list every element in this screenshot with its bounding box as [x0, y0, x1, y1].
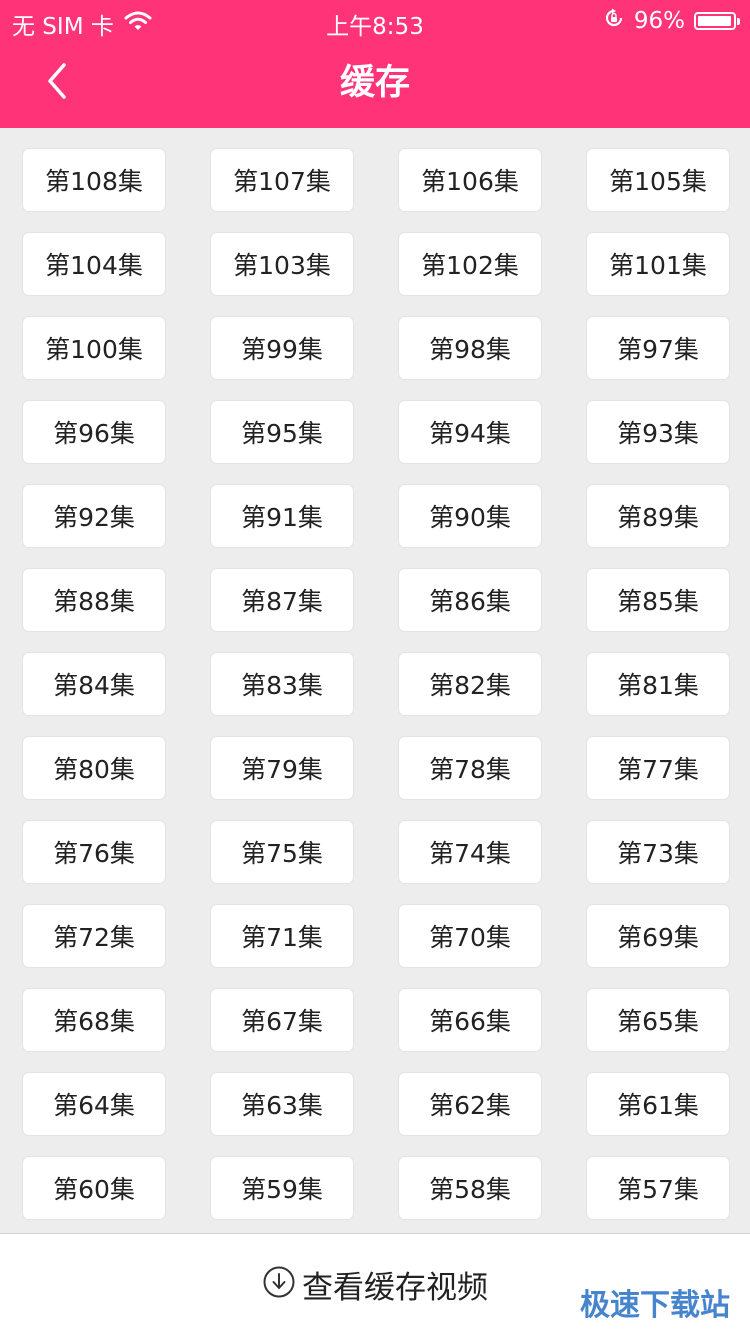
episode-grid: 第108集 第107集 第106集 第105集第104集 第103集 第102集 第101集…: [22, 148, 730, 1220]
episode-button[interactable]: 第93集: [586, 400, 730, 464]
episode-button[interactable]: 第62集: [398, 1072, 542, 1136]
episode-button[interactable]: 第90集: [398, 484, 542, 548]
battery-tip: [737, 18, 740, 25]
episode-button[interactable]: 第66集: [398, 988, 542, 1052]
episode-button[interactable]: 第57集: [586, 1156, 730, 1220]
episode-button[interactable]: 第73集: [586, 820, 730, 884]
episode-button[interactable]: 第107集: [210, 148, 354, 212]
episode-button[interactable]: 第98集: [398, 316, 542, 380]
episode-button[interactable]: 第80集: [22, 736, 166, 800]
episode-button[interactable]: 第95集: [210, 400, 354, 464]
episode-button[interactable]: 第64集: [22, 1072, 166, 1136]
episode-button[interactable]: 第78集: [398, 736, 542, 800]
battery-fill: [698, 16, 731, 26]
status-bar: 无 SIM 卡 上午8:53 96%: [0, 0, 750, 40]
episode-button[interactable]: 第108集: [22, 148, 166, 212]
episode-button[interactable]: 第88集: [22, 568, 166, 632]
episode-button[interactable]: 第58集: [398, 1156, 542, 1220]
battery-percentage: 96%: [633, 8, 685, 34]
download-circle-icon: [262, 1265, 296, 1303]
bottom-bar: 查看缓存视频 极速下载站: [0, 1233, 750, 1334]
battery-icon: [694, 12, 740, 30]
episode-button[interactable]: 第81集: [586, 652, 730, 716]
episode-button[interactable]: 第65集: [586, 988, 730, 1052]
episode-button[interactable]: 第67集: [210, 988, 354, 1052]
episode-button[interactable]: 第79集: [210, 736, 354, 800]
orientation-lock-icon: [603, 7, 625, 35]
episode-button[interactable]: 第104集: [22, 232, 166, 296]
episode-button[interactable]: 第105集: [586, 148, 730, 212]
episode-button[interactable]: 第70集: [398, 904, 542, 968]
episode-button[interactable]: 第87集: [210, 568, 354, 632]
episode-button[interactable]: 第77集: [586, 736, 730, 800]
episode-button[interactable]: 第83集: [210, 652, 354, 716]
episode-button[interactable]: 第74集: [398, 820, 542, 884]
episode-button[interactable]: 第61集: [586, 1072, 730, 1136]
episode-button[interactable]: 第94集: [398, 400, 542, 464]
status-right: 96%: [603, 7, 740, 35]
episode-button[interactable]: 第72集: [22, 904, 166, 968]
episode-button[interactable]: 第82集: [398, 652, 542, 716]
episode-button[interactable]: 第100集: [22, 316, 166, 380]
episode-button[interactable]: 第86集: [398, 568, 542, 632]
episode-button[interactable]: 第89集: [586, 484, 730, 548]
episode-button[interactable]: 第91集: [210, 484, 354, 548]
episode-button[interactable]: 第96集: [22, 400, 166, 464]
episode-button[interactable]: 第103集: [210, 232, 354, 296]
episode-button[interactable]: 第76集: [22, 820, 166, 884]
episode-button[interactable]: 第63集: [210, 1072, 354, 1136]
episode-button[interactable]: 第106集: [398, 148, 542, 212]
episode-button[interactable]: 第99集: [210, 316, 354, 380]
app-header: 无 SIM 卡 上午8:53 96% 缓存: [0, 0, 750, 128]
episode-button[interactable]: 第69集: [586, 904, 730, 968]
episode-button[interactable]: 第101集: [586, 232, 730, 296]
episode-button[interactable]: 第68集: [22, 988, 166, 1052]
episode-button[interactable]: 第59集: [210, 1156, 354, 1220]
watermark: 极速下载站: [580, 1288, 730, 1323]
episode-button[interactable]: 第71集: [210, 904, 354, 968]
episode-button[interactable]: 第97集: [586, 316, 730, 380]
episode-button[interactable]: 第92集: [22, 484, 166, 548]
episode-button[interactable]: 第60集: [22, 1156, 166, 1220]
view-cache-label: 查看缓存视频: [302, 1269, 488, 1306]
episode-button[interactable]: 第85集: [586, 568, 730, 632]
page-title: 缓存: [339, 63, 410, 103]
episode-button[interactable]: 第75集: [210, 820, 354, 884]
episode-button[interactable]: 第102集: [398, 232, 542, 296]
episode-button[interactable]: 第84集: [22, 652, 166, 716]
